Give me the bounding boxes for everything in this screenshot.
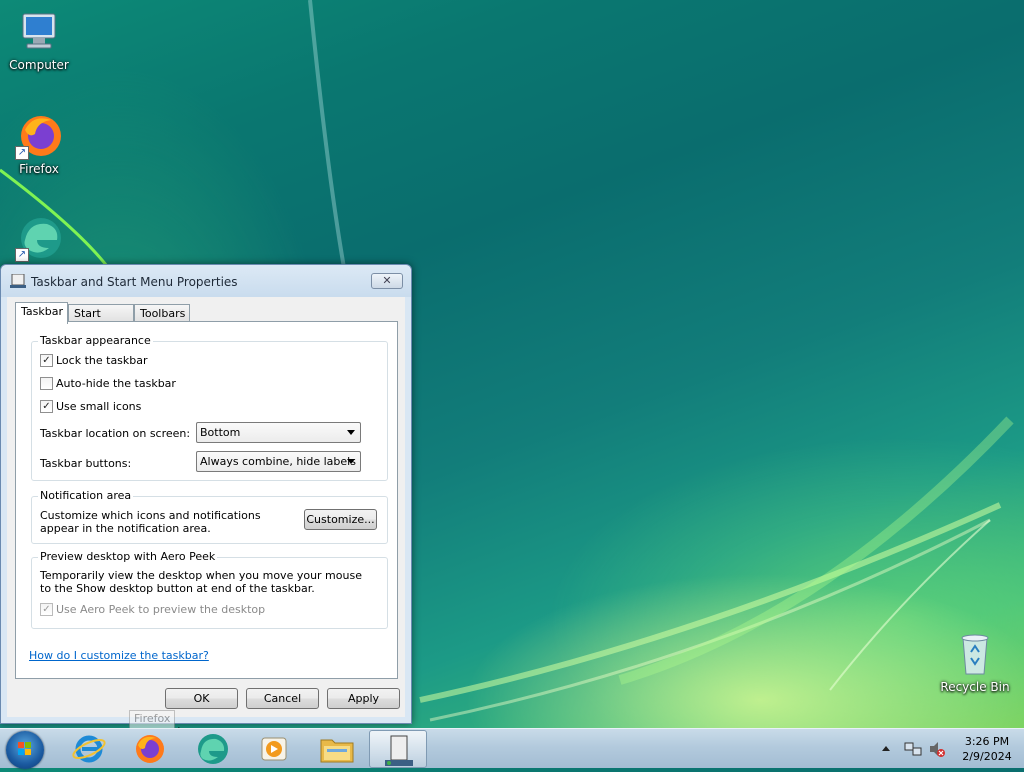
taskbar-properties-icon (385, 735, 413, 766)
cancel-button[interactable]: Cancel (246, 688, 319, 709)
location-label: Taskbar location on screen: (40, 427, 191, 440)
taskbar-properties-dialog: Taskbar and Start Menu Properties ✕ Task… (0, 264, 412, 724)
checkbox-box: ✓ (40, 603, 53, 616)
group-label: Notification area (38, 489, 134, 502)
apply-button[interactable]: Apply (327, 688, 400, 709)
customize-button[interactable]: Customize... (304, 509, 377, 530)
close-icon: ✕ (382, 274, 392, 287)
clock-time: 3:26 PM (964, 735, 1010, 748)
checkbox-label: Auto-hide the taskbar (56, 377, 176, 390)
tab-taskbar[interactable]: Taskbar (15, 302, 68, 324)
edge-icon (198, 734, 228, 764)
checkbox-box[interactable]: ✓ (40, 354, 53, 367)
shortcut-arrow-icon: ↗ (15, 146, 29, 160)
ok-button[interactable]: OK (165, 688, 238, 709)
checkbox-label: Lock the taskbar (56, 354, 148, 367)
internet-explorer-icon (72, 735, 106, 763)
firefox-icon (136, 735, 164, 763)
checkbox-label: Use small icons (56, 400, 142, 413)
group-label: Preview desktop with Aero Peek (38, 550, 218, 563)
close-button[interactable]: ✕ (371, 273, 403, 289)
dialog-client: Taskbar Start Menu Toolbars Taskbar appe… (7, 297, 405, 717)
taskbar-item-taskbar-properties[interactable] (369, 730, 427, 768)
edge-icon: ↗ (15, 214, 63, 262)
file-explorer-icon (320, 739, 354, 763)
dropdown-arrow-icon (347, 430, 355, 435)
desktop-icon-label: Computer (9, 58, 69, 72)
taskbar-buttons-select[interactable]: Always combine, hide labels (196, 451, 361, 472)
select-value: Always combine, hide labels (200, 455, 356, 468)
location-select[interactable]: Bottom (196, 422, 361, 443)
dialog-titlebar[interactable]: Taskbar and Start Menu Properties ✕ (1, 265, 411, 297)
checkbox-label: Use Aero Peek to preview the desktop (56, 603, 266, 616)
taskbar-item-file-explorer[interactable] (308, 730, 366, 768)
network-icon[interactable] (904, 740, 922, 758)
group-notification-area: Notification area Customize which icons … (31, 489, 388, 544)
clock-date: 2/9/2024 (962, 750, 1012, 763)
desktop-icon-computer[interactable]: Computer (1, 8, 77, 72)
shortcut-arrow-icon: ↗ (15, 248, 29, 262)
dialog-title: Taskbar and Start Menu Properties (31, 275, 238, 289)
group-aero-peek: Preview desktop with Aero Peek Temporari… (31, 550, 388, 629)
desktop-icon-label: Recycle Bin (940, 680, 1010, 694)
help-link[interactable]: How do I customize the taskbar? (29, 649, 209, 662)
system-tray: 3:26 PM 2/9/2024 (874, 729, 1024, 769)
recycle-bin-icon (951, 630, 999, 678)
checkbox-box[interactable]: ✓ (40, 400, 53, 413)
taskbar-properties-icon (10, 273, 26, 288)
dropdown-arrow-icon (347, 459, 355, 464)
computer-icon (15, 8, 63, 56)
clock[interactable]: 3:26 PM 2/9/2024 (962, 734, 1012, 764)
taskbar-item-internet-explorer[interactable] (60, 730, 118, 768)
group-label: Taskbar appearance (38, 334, 153, 347)
notification-description: Customize which icons and notifications … (40, 509, 261, 535)
firefox-icon: ↗ (15, 112, 63, 160)
desktop-icon-firefox[interactable]: ↗ Firefox (1, 112, 77, 176)
taskbar: 3:26 PM 2/9/2024 (0, 728, 1024, 769)
tab-panel-taskbar: Taskbar appearance ✓ Lock the taskbar Au… (15, 321, 398, 679)
buttons-label: Taskbar buttons: (40, 457, 132, 470)
desktop-icon-edge[interactable]: ↗ (1, 214, 77, 264)
checkbox-box[interactable] (40, 377, 53, 390)
desktop-icon-recycle-bin[interactable]: Recycle Bin (937, 630, 1013, 694)
taskbar-item-firefox[interactable] (121, 730, 179, 768)
select-value: Bottom (200, 426, 241, 439)
taskbar-item-media-player[interactable] (245, 730, 303, 768)
tab-start-menu[interactable]: Start Menu (68, 304, 134, 337)
group-taskbar-appearance: Taskbar appearance ✓ Lock the taskbar Au… (31, 334, 388, 481)
show-hidden-icons-icon[interactable] (882, 745, 890, 751)
start-button[interactable] (6, 731, 44, 769)
windows-logo-icon (18, 742, 31, 755)
tab-toolbars[interactable]: Toolbars (134, 304, 190, 322)
media-player-icon (261, 737, 287, 761)
desktop-icon-label: Firefox (19, 162, 59, 176)
taskbar-item-edge[interactable] (184, 730, 242, 768)
aero-peek-description: Temporarily view the desktop when you mo… (40, 569, 362, 595)
volume-muted-icon[interactable] (928, 740, 946, 758)
taskbar-tooltip: Firefox (129, 710, 176, 730)
